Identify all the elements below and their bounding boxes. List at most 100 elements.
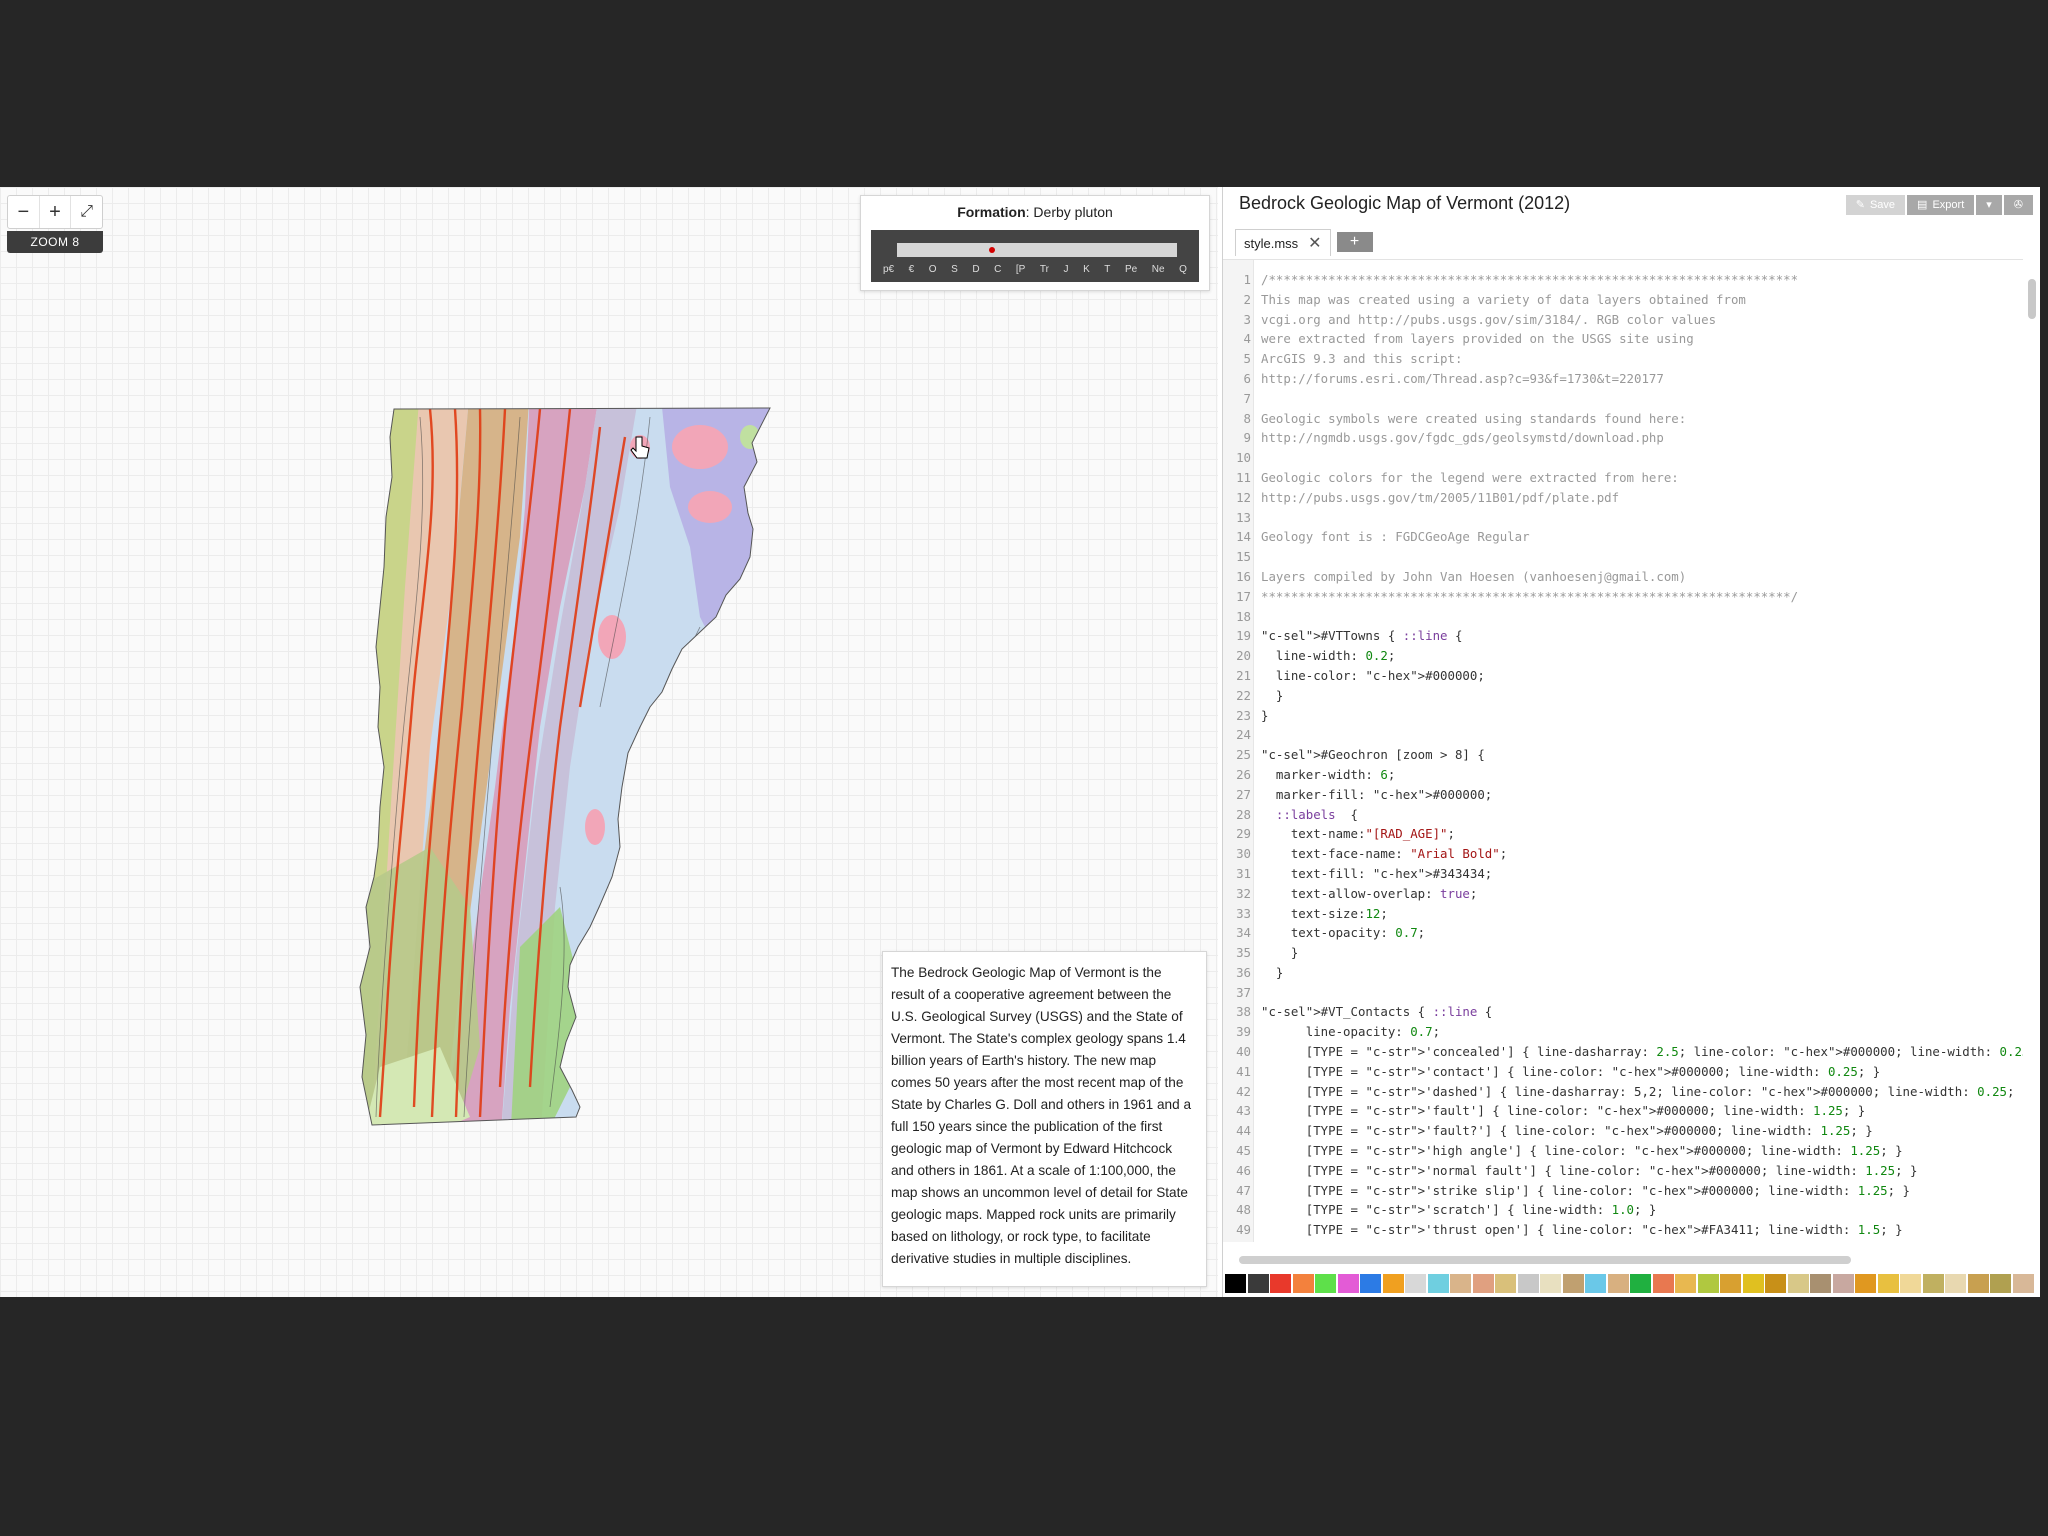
code-editor[interactable]: 1 /**************************************… <box>1223 259 2023 1242</box>
geologic-timescale: p€ € O S D C [P Tr J K T Pe Ne Q <box>871 230 1199 282</box>
horizontal-scrollbar[interactable] <box>1223 1253 2023 1267</box>
code-line: 2 This map was created using a variety of… <box>1223 290 2023 310</box>
vertical-scrollbar[interactable] <box>2025 259 2039 1241</box>
color-swatch[interactable] <box>1360 1274 1381 1293</box>
line-number: 31 <box>1236 865 1251 881</box>
line-content: ArcGIS 9.3 and this script: <box>1261 351 1463 367</box>
timescale-period: Tr <box>1039 264 1049 275</box>
zoom-buttons: − + ⤢ <box>7 195 103 229</box>
close-icon[interactable]: ✕ <box>1308 233 1321 253</box>
color-swatch[interactable] <box>1427 1274 1449 1293</box>
color-swatch[interactable] <box>1337 1274 1359 1293</box>
line-number: 15 <box>1236 549 1251 565</box>
color-swatch[interactable] <box>1472 1274 1494 1293</box>
color-swatch[interactable] <box>1742 1274 1764 1293</box>
code-line: 44 [TYPE = "c-str">'fault?'] { line-colo… <box>1223 1121 2023 1141</box>
line-content: Layers compiled by John Van Hoesen (vanh… <box>1261 568 1687 584</box>
color-swatch[interactable] <box>1517 1274 1539 1293</box>
line-number: 32 <box>1236 885 1251 901</box>
code-line: 19 "c-sel">#VTTowns { ::line { <box>1223 626 2023 646</box>
line-number: 37 <box>1236 984 1251 1000</box>
color-swatch[interactable] <box>1562 1274 1584 1293</box>
color-swatch[interactable] <box>1697 1274 1719 1293</box>
line-content: [TYPE = "c-str">'strike slip'] { line-co… <box>1261 1182 1911 1198</box>
zoom-in-button[interactable]: + <box>40 196 72 228</box>
export-button[interactable]: ▤ Export <box>1907 195 1975 215</box>
export-dropdown-button[interactable]: ▾ <box>1976 195 2002 215</box>
line-number: 18 <box>1236 608 1251 624</box>
line-number: 20 <box>1236 648 1251 664</box>
line-number: 36 <box>1236 964 1251 980</box>
color-swatch[interactable] <box>1585 1274 1606 1293</box>
line-content: [TYPE = "c-str">'normal fault'] { line-c… <box>1261 1162 1918 1178</box>
line-number: 8 <box>1243 410 1251 426</box>
color-swatch[interactable] <box>1787 1274 1809 1293</box>
code-line: 34 text-opacity: 0.7; <box>1223 923 2023 943</box>
color-swatch[interactable] <box>1630 1274 1651 1293</box>
line-content: } <box>1261 964 1284 980</box>
line-number: 45 <box>1236 1143 1251 1159</box>
add-tab-button[interactable]: + <box>1336 232 1373 252</box>
settings-button[interactable]: ✇ <box>2003 195 2033 215</box>
color-swatch[interactable] <box>1967 1274 1989 1293</box>
stylesheet-tabs: style.mss ✕ + <box>1235 229 1373 256</box>
color-swatch[interactable] <box>1832 1274 1854 1293</box>
timescale-period: J <box>1063 264 1069 275</box>
color-swatch[interactable] <box>1900 1274 1921 1293</box>
color-swatch[interactable] <box>1495 1274 1516 1293</box>
color-swatch[interactable] <box>1765 1274 1786 1293</box>
color-swatch[interactable] <box>1945 1274 1966 1293</box>
color-swatch[interactable] <box>1652 1274 1674 1293</box>
line-number: 14 <box>1236 529 1251 545</box>
map-pane[interactable]: − + ⤢ ZOOM 8 Formation: Derby pluton p€ €… <box>0 187 1218 1297</box>
code-line: 46 [TYPE = "c-str">'normal fault'] { lin… <box>1223 1161 2023 1181</box>
color-swatch[interactable] <box>1450 1274 1471 1293</box>
formation-legend: Formation: Derby pluton p€ € O S D C [P Tr J K T Pe… <box>860 195 1210 291</box>
code-line: 17 **************************************… <box>1223 587 2023 607</box>
save-button[interactable]: ✎ Save <box>1845 195 1906 215</box>
color-swatch[interactable] <box>1877 1274 1899 1293</box>
line-number: 24 <box>1236 727 1251 743</box>
line-number: 28 <box>1236 806 1251 822</box>
timescale-bar <box>897 243 1177 257</box>
file-icon: ▤ <box>1917 199 1928 211</box>
style-editor: Bedrock Geologic Map of Vermont (2012) ✎… <box>1222 187 2040 1297</box>
line-number: 4 <box>1243 331 1251 347</box>
timescale-period: T <box>1104 264 1111 275</box>
color-swatch[interactable] <box>1315 1274 1336 1293</box>
line-number: 43 <box>1236 1103 1251 1119</box>
color-swatch[interactable] <box>1855 1274 1876 1293</box>
fullscreen-icon[interactable]: ⤢ <box>71 196 102 228</box>
color-swatch[interactable] <box>1720 1274 1741 1293</box>
code-line: 1 /**************************************… <box>1223 270 2023 290</box>
line-number: 6 <box>1243 370 1251 386</box>
code-line: 47 [TYPE = "c-str">'strike slip'] { line… <box>1223 1181 2023 1201</box>
code-line: 43 [TYPE = "c-str">'fault'] { line-color… <box>1223 1101 2023 1121</box>
color-swatch[interactable] <box>1247 1274 1269 1293</box>
zoom-out-button[interactable]: − <box>8 196 40 228</box>
line-number: 10 <box>1236 450 1251 466</box>
color-swatch[interactable] <box>1990 1274 2011 1293</box>
color-swatch[interactable] <box>1810 1274 1831 1293</box>
line-number: 33 <box>1236 905 1251 921</box>
horizontal-scroll-thumb[interactable] <box>1239 1256 1851 1264</box>
code-line: 36 } <box>1223 963 2023 983</box>
color-swatch[interactable] <box>1922 1274 1944 1293</box>
color-swatch[interactable] <box>1270 1274 1291 1293</box>
color-swatch[interactable] <box>1292 1274 1314 1293</box>
line-number: 34 <box>1236 925 1251 941</box>
color-swatch[interactable] <box>2012 1274 2034 1293</box>
line-number: 12 <box>1236 489 1251 505</box>
tab-style-mss[interactable]: style.mss ✕ <box>1235 229 1331 256</box>
line-content: [TYPE = "c-str">'dashed'] { line-dasharr… <box>1261 1083 2023 1099</box>
code-line: 23} <box>1223 706 2023 726</box>
color-swatch[interactable] <box>1225 1274 1246 1293</box>
vertical-scroll-thumb[interactable] <box>2028 279 2036 319</box>
color-swatch[interactable] <box>1405 1274 1426 1293</box>
code-line: 10 <box>1223 448 2023 468</box>
color-swatch[interactable] <box>1540 1274 1561 1293</box>
color-swatch[interactable] <box>1382 1274 1404 1293</box>
color-swatch[interactable] <box>1607 1274 1629 1293</box>
chevron-down-icon: ▾ <box>1986 199 1992 211</box>
color-swatch[interactable] <box>1675 1274 1696 1293</box>
